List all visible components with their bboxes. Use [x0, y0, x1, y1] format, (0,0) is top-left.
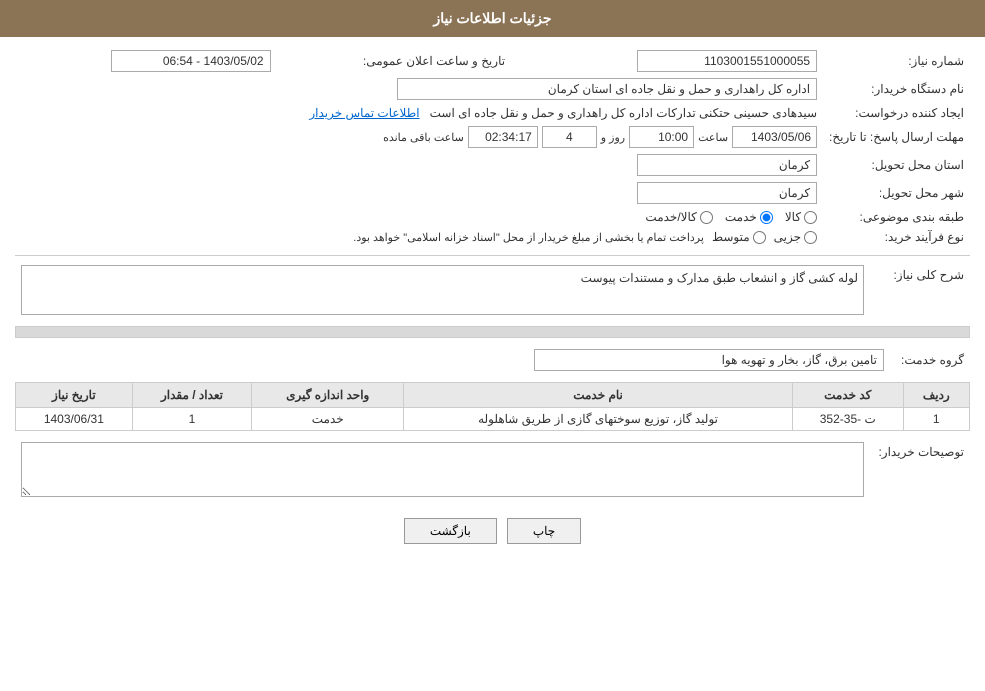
- radio-jozi-label: جزیی: [774, 230, 801, 244]
- category-khedmat: خدمت: [725, 210, 773, 224]
- page-wrapper: جزئیات اطلاعات نیاز شماره نیاز: 11030015…: [0, 0, 985, 691]
- category-kala-khedmat: کالا/خدمت: [645, 210, 712, 224]
- col-need-date: تاریخ نیاز: [16, 383, 133, 408]
- delivery-province-label: استان محل تحویل:: [823, 151, 970, 179]
- general-desc-box: لوله کشی گاز و انشعاب طبق مدارک و مستندا…: [21, 265, 864, 315]
- button-group: چاپ بازگشت: [15, 518, 970, 544]
- remaining-label: ساعت باقی مانده: [383, 131, 464, 144]
- print-button[interactable]: چاپ: [507, 518, 581, 544]
- service-group-table: گروه خدمت: تامین برق، گاز، بخار و تهویه …: [15, 346, 970, 374]
- announcement-value: 1403/05/02 - 06:54: [15, 47, 277, 75]
- requester-value: سیدهادی حسینی حتکنی تدارکات اداره کل راه…: [15, 103, 823, 123]
- row-buyer-org: نام دستگاه خریدار: اداره کل راهداری و حم…: [15, 75, 970, 103]
- general-desc-label: شرح کلی نیاز:: [870, 262, 970, 318]
- general-desc-value: لوله کشی گاز و انشعاب طبق مدارک و مستندا…: [15, 262, 870, 318]
- radio-motavasset[interactable]: [753, 231, 766, 244]
- buyer-org-value: اداره کل راهداری و حمل و نقل جاده ای است…: [15, 75, 823, 103]
- radio-jozi[interactable]: [804, 231, 817, 244]
- response-deadline-label: مهلت ارسال پاسخ: تا تاریخ:: [823, 123, 970, 151]
- delivery-city-label: شهر محل تحویل:: [823, 179, 970, 207]
- purchase-type-value: جزیی متوسط پرداخت تمام یا بخشی از مبلغ خ…: [15, 227, 823, 247]
- need-number-value: 1103001551000055: [531, 47, 823, 75]
- subject-category-label: طبقه بندی موضوعی:: [823, 207, 970, 227]
- buyer-org-label: نام دستگاه خریدار:: [823, 75, 970, 103]
- services-detail-table: ردیف کد خدمت نام خدمت واحد اندازه گیری ت…: [15, 382, 970, 431]
- row-service-group: گروه خدمت: تامین برق، گاز، بخار و تهویه …: [15, 346, 970, 374]
- delivery-province-value: کرمان: [15, 151, 823, 179]
- radio-kala-khedmat[interactable]: [700, 211, 713, 224]
- requester-name: سیدهادی حسینی حتکنی تدارکات اداره کل راه…: [430, 106, 817, 120]
- announcement-label: تاریخ و ساعت اعلان عمومی:: [277, 47, 512, 75]
- category-radio-group: کالا خدمت کالا/خدمت: [21, 210, 817, 224]
- table-row: 1ت -35-352تولید گاز، توزیع سوختهای گازی …: [16, 408, 970, 431]
- delivery-city-input: کرمان: [637, 182, 817, 204]
- content-area: شماره نیاز: 1103001551000055 تاریخ و ساع…: [0, 37, 985, 564]
- buyer-desc-value: [15, 439, 870, 503]
- divider-1: [15, 255, 970, 256]
- purchase-type-note: پرداخت تمام یا بخشی از مبلغ خریدار از مح…: [353, 231, 704, 244]
- category-kala: کالا: [785, 210, 817, 224]
- buyer-desc-label: توصیحات خریدار:: [870, 439, 970, 503]
- col-service-code: کد خدمت: [793, 383, 904, 408]
- row-delivery-city: شهر محل تحویل: کرمان: [15, 179, 970, 207]
- service-group-input: تامین برق، گاز، بخار و تهویه هوا: [534, 349, 884, 371]
- radio-motavasset-label: متوسط: [712, 230, 750, 244]
- service-group-label: گروه خدمت:: [890, 346, 970, 374]
- service-group-value: تامین برق، گاز، بخار و تهویه هوا: [15, 346, 890, 374]
- table-header-row: ردیف کد خدمت نام خدمت واحد اندازه گیری ت…: [16, 383, 970, 408]
- col-quantity: تعداد / مقدار: [132, 383, 252, 408]
- row-delivery-province: استان محل تحویل: کرمان: [15, 151, 970, 179]
- main-info-table: شماره نیاز: 1103001551000055 تاریخ و ساع…: [15, 47, 970, 247]
- requester-contact-link[interactable]: اطلاعات تماس خریدار: [309, 106, 419, 120]
- day-label: روز و: [601, 131, 625, 144]
- services-section-title: [15, 326, 970, 338]
- row-general-desc: شرح کلی نیاز: لوله کشی گاز و انشعاب طبق …: [15, 262, 970, 318]
- need-number-label: شماره نیاز:: [823, 47, 970, 75]
- page-header: جزئیات اطلاعات نیاز: [0, 0, 985, 37]
- page-title: جزئیات اطلاعات نیاز: [433, 10, 551, 26]
- row-requester: ایجاد کننده درخواست: سیدهادی حسینی حتکنی…: [15, 103, 970, 123]
- response-date-input: 1403/05/06: [732, 126, 817, 148]
- radio-kala-label: کالا: [785, 210, 801, 224]
- general-desc-text: لوله کشی گاز و انشعاب طبق مدارک و مستندا…: [581, 271, 858, 285]
- response-days-input: 4: [542, 126, 597, 148]
- col-service-name: نام خدمت: [404, 383, 793, 408]
- radio-kala[interactable]: [804, 211, 817, 224]
- need-number-input: 1103001551000055: [637, 50, 817, 72]
- radio-kala-khedmat-label: کالا/خدمت: [645, 210, 696, 224]
- row-buyer-desc: توصیحات خریدار:: [15, 439, 970, 503]
- announcement-datetime-input: 1403/05/02 - 06:54: [111, 50, 271, 72]
- subject-category-value: کالا خدمت کالا/خدمت: [15, 207, 823, 227]
- delivery-city-value: کرمان: [15, 179, 823, 207]
- radio-khedmat[interactable]: [760, 211, 773, 224]
- back-button[interactable]: بازگشت: [404, 518, 497, 544]
- col-row-num: ردیف: [903, 383, 969, 408]
- buyer-desc-textarea[interactable]: [21, 442, 864, 497]
- row-response-deadline: مهلت ارسال پاسخ: تا تاریخ: 1403/05/06 سا…: [15, 123, 970, 151]
- response-time-input: 10:00: [629, 126, 694, 148]
- col-unit: واحد اندازه گیری: [252, 383, 404, 408]
- response-date-row: 1403/05/06 ساعت 10:00 روز و 4 02:34:17 س…: [21, 126, 817, 148]
- delivery-province-input: کرمان: [637, 154, 817, 176]
- response-remaining-input: 02:34:17: [468, 126, 538, 148]
- response-deadline-value: 1403/05/06 ساعت 10:00 روز و 4 02:34:17 س…: [15, 123, 823, 151]
- requester-label: ایجاد کننده درخواست:: [823, 103, 970, 123]
- radio-khedmat-label: خدمت: [725, 210, 757, 224]
- purchase-type-radio-group: جزیی متوسط پرداخت تمام یا بخشی از مبلغ خ…: [21, 230, 817, 244]
- hour-label: ساعت: [698, 131, 728, 144]
- purchase-type-label: نوع فرآیند خرید:: [823, 227, 970, 247]
- buyer-desc-table: توصیحات خریدار:: [15, 439, 970, 503]
- row-purchase-type: نوع فرآیند خرید: جزیی متوسط پرداخت تمام …: [15, 227, 970, 247]
- row-need-number: شماره نیاز: 1103001551000055 تاریخ و ساع…: [15, 47, 970, 75]
- purchase-type-jozi: جزیی: [774, 230, 817, 244]
- purchase-type-motavasset: متوسط: [712, 230, 766, 244]
- buyer-org-input: اداره کل راهداری و حمل و نقل جاده ای است…: [397, 78, 817, 100]
- description-table: شرح کلی نیاز: لوله کشی گاز و انشعاب طبق …: [15, 262, 970, 318]
- row-subject-category: طبقه بندی موضوعی: کالا خدمت: [15, 207, 970, 227]
